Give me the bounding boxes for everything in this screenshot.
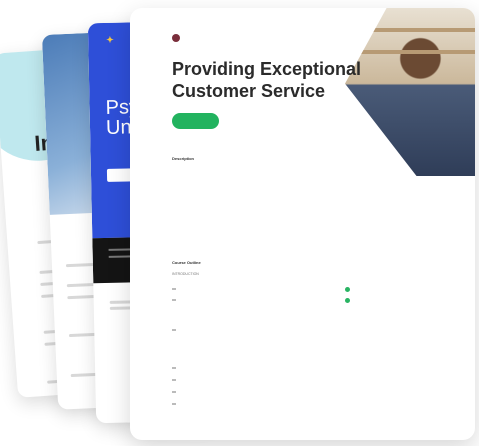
logo-icon — [172, 34, 180, 42]
lesson-item[interactable] — [172, 376, 350, 384]
lesson-item[interactable] — [172, 364, 350, 372]
complete-check-icon — [345, 287, 350, 292]
bullet — [172, 403, 176, 405]
customer-service-photo — [345, 8, 475, 176]
bullet — [172, 329, 176, 331]
lesson-item[interactable] — [172, 326, 350, 334]
bullet — [172, 367, 176, 369]
description-heading: Description — [172, 156, 195, 161]
bullet — [172, 288, 176, 290]
lesson-item[interactable] — [172, 296, 350, 304]
bullet — [172, 299, 176, 301]
course-page-main: Providing Exceptional Customer Service D… — [130, 8, 475, 440]
brand-logo: ✦ — [106, 34, 114, 45]
page-title: Providing Exceptional Customer Service — [172, 58, 361, 102]
lesson-item[interactable] — [172, 285, 350, 293]
course-outline-heading: Course Outline — [172, 260, 201, 265]
lesson-item[interactable] — [172, 388, 350, 396]
bullet — [172, 379, 176, 381]
page-title-line-1: Providing Exceptional — [172, 59, 362, 79]
lesson-item[interactable] — [172, 400, 350, 408]
introduction-label: INTRODUCTION — [172, 272, 199, 276]
complete-check-icon — [345, 298, 350, 303]
start-course-button[interactable] — [172, 113, 219, 129]
bullet — [172, 391, 176, 393]
page-title-line-2: Customer Service — [172, 81, 326, 101]
